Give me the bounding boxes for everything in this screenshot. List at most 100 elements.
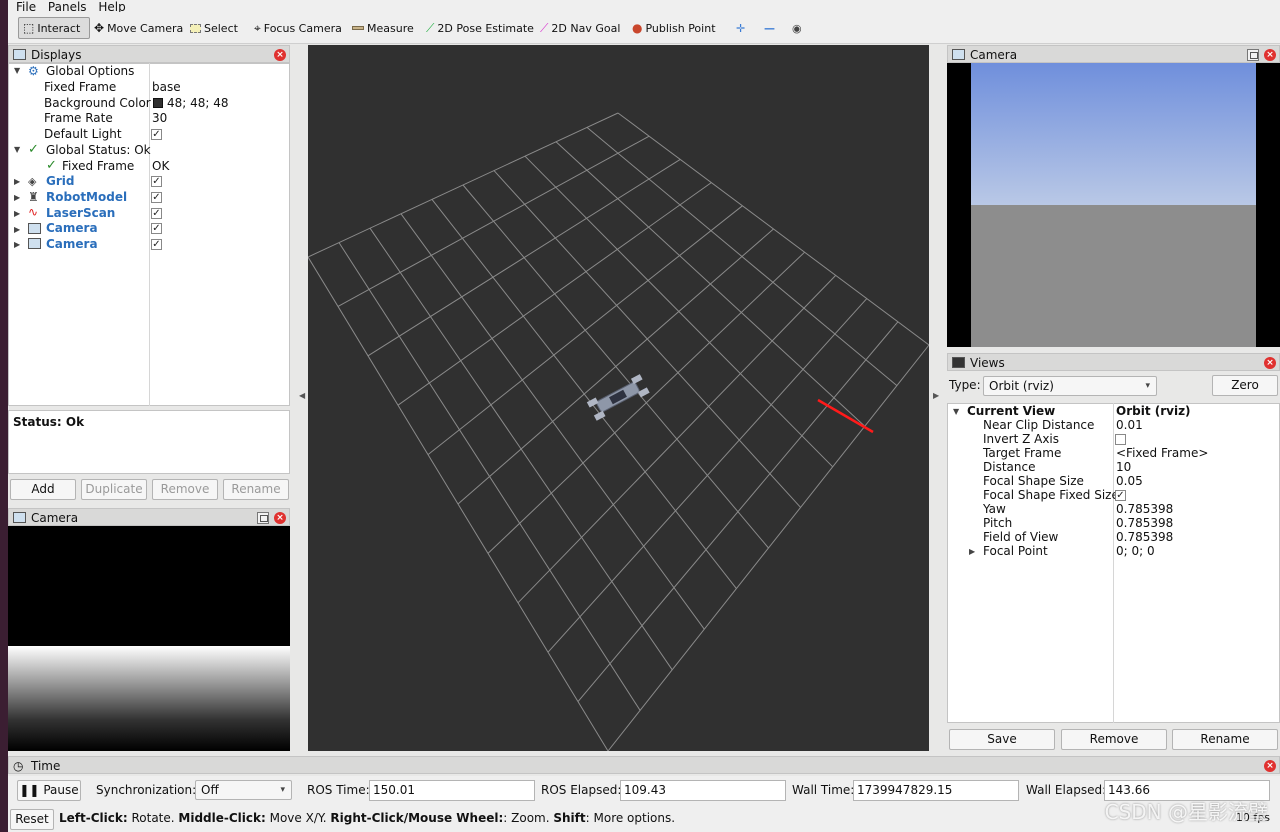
collapse-arrow-icon[interactable]: ▶ xyxy=(14,240,20,249)
sky xyxy=(971,63,1256,205)
focal-point-value[interactable]: 0; 0; 0 xyxy=(1116,544,1155,559)
camera-2-checkbox[interactable]: ✓ xyxy=(151,239,162,250)
close-icon[interactable]: × xyxy=(274,512,286,524)
interact-tool-button[interactable]: ⬚ Interact xyxy=(18,17,90,39)
frame-rate-value[interactable]: 30 xyxy=(152,111,167,126)
ruler-icon xyxy=(352,26,364,30)
close-icon[interactable]: × xyxy=(1264,49,1276,61)
render-3d-view[interactable] xyxy=(308,45,929,751)
add-button[interactable]: Add xyxy=(10,479,76,500)
global-options-label[interactable]: Global Options xyxy=(46,64,134,79)
yaw-value[interactable]: 0.785398 xyxy=(1116,502,1173,517)
near-clip-value[interactable]: 0.01 xyxy=(1116,418,1143,433)
collapse-arrow-icon[interactable]: ▶ xyxy=(969,547,975,556)
add-tool-icon[interactable]: ✛ xyxy=(732,17,749,39)
clock-icon: ◷ xyxy=(13,759,24,773)
background-color-value[interactable]: 48; 48; 48 xyxy=(153,96,229,111)
display-item-robotmodel[interactable]: RobotModel xyxy=(46,190,127,205)
zero-button[interactable]: Zero xyxy=(1212,375,1278,396)
fixed-frame-value[interactable]: base xyxy=(152,80,181,95)
display-item-grid[interactable]: Grid xyxy=(46,174,74,189)
menu-bar: File Panels Help xyxy=(8,0,1280,12)
collapse-arrow-icon[interactable]: ▶ xyxy=(14,209,20,218)
rename-view-button[interactable]: Rename xyxy=(1172,729,1278,750)
publish-point-tool-button[interactable]: ● Publish Point xyxy=(628,17,720,39)
default-light-checkbox[interactable]: ✓ xyxy=(151,129,162,140)
desktop-strip xyxy=(0,0,8,832)
close-icon[interactable]: × xyxy=(274,49,286,61)
close-icon[interactable]: × xyxy=(1264,760,1276,772)
global-status-label[interactable]: Global Status: Ok xyxy=(46,143,151,158)
menu-file[interactable]: File xyxy=(16,1,36,12)
camera-icon xyxy=(952,49,965,60)
move-icon: ✥ xyxy=(94,21,105,35)
robot-icon: ♜ xyxy=(28,190,39,204)
rename-display-button[interactable]: Rename xyxy=(223,479,289,500)
collapse-left-icon[interactable]: ◀ xyxy=(299,391,305,400)
ros-elapsed-field[interactable]: 109.43 xyxy=(620,780,786,801)
menu-help[interactable]: Help xyxy=(98,1,125,12)
fov-label: Field of View xyxy=(983,530,1059,544)
focal-shape-fixed-checkbox[interactable]: ✓ xyxy=(1115,490,1126,501)
collapse-right-icon[interactable]: ▶ xyxy=(933,391,939,400)
select-tool-button[interactable]: Select xyxy=(186,17,242,39)
robotmodel-checkbox[interactable]: ✓ xyxy=(151,192,162,203)
check-icon: ✓ xyxy=(46,158,57,173)
invert-z-checkbox[interactable] xyxy=(1115,434,1126,445)
scene-overlay xyxy=(586,374,874,434)
grid-checkbox[interactable]: ✓ xyxy=(151,176,162,187)
eye-icon[interactable]: ◉ xyxy=(788,17,806,39)
fov-value[interactable]: 0.785398 xyxy=(1116,530,1173,545)
menu-panels[interactable]: Panels xyxy=(48,1,87,12)
distance-value[interactable]: 10 xyxy=(1116,460,1131,475)
sync-select[interactable]: Off xyxy=(195,780,292,800)
focal-point-label[interactable]: Focal Point xyxy=(983,544,1048,559)
current-view-label[interactable]: Current View xyxy=(967,404,1055,419)
remove-tool-icon[interactable]: — xyxy=(760,17,779,39)
collapse-arrow-icon[interactable]: ▶ xyxy=(14,193,20,202)
expand-arrow-icon[interactable]: ▼ xyxy=(14,66,20,75)
display-item-camera-1[interactable]: Camera xyxy=(46,221,98,236)
move-camera-tool-button[interactable]: ✥ Move Camera xyxy=(90,17,187,39)
laserscan-checkbox[interactable]: ✓ xyxy=(151,208,162,219)
save-view-button[interactable]: Save xyxy=(949,729,1055,750)
distance-label: Distance xyxy=(983,460,1036,474)
float-icon[interactable] xyxy=(1247,49,1259,61)
ros-time-label: ROS Time: xyxy=(307,783,370,797)
select-icon xyxy=(190,23,201,33)
target-frame-value[interactable]: <Fixed Frame> xyxy=(1116,446,1208,461)
2d-pose-estimate-tool-button[interactable]: ⟋ 2D Pose Estimate xyxy=(422,17,538,39)
nav-arrow-icon: ⟋ xyxy=(540,20,549,35)
2d-nav-goal-tool-button[interactable]: ⟋ 2D Nav Goal xyxy=(536,17,624,39)
remove-display-button[interactable]: Remove xyxy=(152,479,218,500)
focus-camera-tool-button[interactable]: ⌖ Focus Camera xyxy=(250,17,346,39)
pause-icon: ❚❚ xyxy=(19,783,40,797)
float-icon[interactable] xyxy=(257,512,269,524)
toolbar: ⬚ Interact ✥ Move Camera Select ⌖ Focus Cam… xyxy=(8,12,1280,44)
focal-shape-size-label: Focal Shape Size xyxy=(983,474,1084,488)
camera-1-checkbox[interactable]: ✓ xyxy=(151,223,162,234)
wall-time-label: Wall Time: xyxy=(792,783,855,797)
right-splitter[interactable]: ▶ xyxy=(929,45,947,751)
pitch-value[interactable]: 0.785398 xyxy=(1116,516,1173,531)
expand-arrow-icon[interactable]: ▼ xyxy=(14,145,20,154)
view-type-select[interactable]: Orbit (rviz) xyxy=(983,376,1157,396)
fixed-frame-label: Fixed Frame xyxy=(44,80,117,94)
views-rows: ▼ Current View Orbit (rviz) Near Clip Di… xyxy=(947,403,1280,723)
reset-button[interactable]: Reset xyxy=(10,809,54,830)
collapse-arrow-icon[interactable]: ▶ xyxy=(14,177,20,186)
focal-shape-size-value[interactable]: 0.05 xyxy=(1116,474,1143,489)
display-item-laserscan[interactable]: LaserScan xyxy=(46,206,115,221)
wall-time-field[interactable]: 1739947829.15 xyxy=(853,780,1019,801)
collapse-arrow-icon[interactable]: ▶ xyxy=(14,225,20,234)
measure-tool-button[interactable]: Measure xyxy=(348,17,418,39)
display-item-camera-2[interactable]: Camera xyxy=(46,237,98,252)
sync-label: Synchronization: xyxy=(96,783,197,797)
duplicate-button[interactable]: Duplicate xyxy=(81,479,147,500)
left-splitter[interactable]: ◀ xyxy=(296,45,308,751)
pause-button[interactable]: ❚❚ Pause xyxy=(17,780,81,801)
close-icon[interactable]: × xyxy=(1264,357,1276,369)
remove-view-button[interactable]: Remove xyxy=(1061,729,1167,750)
ros-time-field[interactable]: 150.01 xyxy=(369,780,535,801)
expand-arrow-icon[interactable]: ▼ xyxy=(953,407,959,416)
